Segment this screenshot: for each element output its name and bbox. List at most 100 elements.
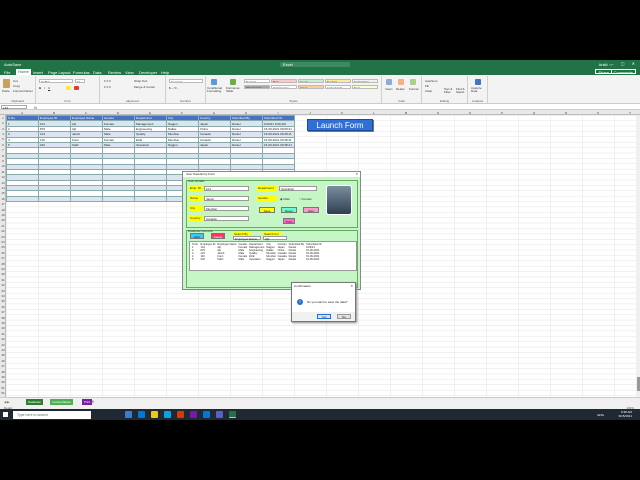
table-cell[interactable]: 15-09-2021 09:38:11 — [262, 136, 295, 143]
column-header-h[interactable]: H — [230, 111, 262, 115]
insert-cells-icon[interactable] — [386, 79, 392, 85]
launch-form-button[interactable]: Launch Form — [307, 119, 373, 131]
format-painter-button[interactable]: Format Painter — [13, 89, 33, 93]
dialog-no-button[interactable]: No — [337, 314, 351, 319]
cell-style-check-cell[interactable]: Check Cell — [244, 85, 270, 89]
copy-button[interactable]: Copy — [13, 84, 20, 88]
list-item[interactable]: 5 232 Kathi Male Operation Nagpur Japan Daniel 1… — [191, 258, 323, 261]
menu-file[interactable]: File — [4, 70, 10, 75]
cell-style-calculation[interactable]: Calculation — [352, 79, 378, 83]
cell-style-input[interactable]: Input — [298, 85, 324, 89]
menu-insert[interactable]: Insert — [33, 70, 43, 75]
share-button[interactable]: Share — [595, 69, 612, 75]
column-header-b[interactable]: B — [38, 111, 70, 115]
excel-taskbar-icon[interactable] — [229, 411, 236, 418]
window-controls[interactable]: — ▢ ✕ — [610, 61, 638, 66]
number-format-select[interactable]: General — [169, 79, 203, 83]
print-button[interactable]: Print — [283, 218, 295, 224]
search-column-select[interactable]: Employee Name — [233, 236, 261, 241]
column-header-o[interactable]: O — [454, 111, 486, 115]
column-header-s[interactable]: S — [582, 111, 614, 115]
find-select-button[interactable]: Find & Select — [456, 87, 466, 95]
name-box[interactable]: L22 — [1, 105, 27, 110]
title-search-box[interactable]: Excel — [280, 61, 350, 67]
conditional-formatting-icon[interactable] — [211, 79, 217, 85]
emp-id-input[interactable]: 101 — [204, 186, 249, 191]
male-radio[interactable]: ◉ Male — [280, 197, 290, 201]
file-explorer-icon[interactable] — [151, 411, 158, 418]
vertical-scrollbar[interactable] — [636, 115, 640, 397]
analyze-data-button[interactable]: Analyze Data — [471, 86, 485, 94]
column-header-f[interactable]: F — [166, 111, 198, 115]
column-header-i[interactable]: I — [262, 111, 294, 115]
menu-formulas[interactable]: Formulas — [73, 70, 90, 75]
sort-filter-button[interactable]: Sort & Filter — [444, 87, 454, 95]
name-input[interactable]: Jacob — [204, 196, 249, 201]
save-button[interactable]: Save — [259, 207, 275, 213]
cell-style-neutral[interactable]: Neutral — [325, 79, 351, 83]
store-icon[interactable] — [164, 411, 171, 418]
autosave-label[interactable]: AutoSave — [4, 62, 21, 67]
delete-button[interactable]: Delete — [396, 87, 405, 91]
delete-record-button[interactable]: Delete — [211, 233, 225, 239]
currency-icon[interactable]: $ ~ % , — [169, 86, 178, 90]
form-close-icon[interactable]: ✕ — [355, 172, 358, 177]
format-as-table-icon[interactable] — [230, 79, 236, 85]
cell-style-linked-cell[interactable]: Linked Cell — [325, 85, 351, 89]
column-header-e[interactable]: E — [134, 111, 166, 115]
search-value-input[interactable]: Ajit — [263, 236, 287, 241]
font-color-icon[interactable] — [74, 86, 79, 90]
column-header-q[interactable]: Q — [518, 111, 550, 115]
outlook-icon[interactable] — [203, 411, 210, 418]
wrap-text-button[interactable]: Wrap Text — [134, 79, 147, 83]
cut-button[interactable]: Cut — [13, 79, 18, 83]
underline-icon[interactable]: U — [48, 86, 50, 90]
column-header-j[interactable]: J — [294, 111, 326, 115]
format-cells-icon[interactable] — [410, 79, 416, 85]
fill-color-icon[interactable] — [66, 86, 71, 90]
table-cell[interactable] — [70, 195, 103, 203]
column-header-p[interactable]: P — [486, 111, 518, 115]
column-header-a[interactable]: A — [6, 111, 38, 115]
align-left-icon[interactable]: ≡ ≡ ≡ — [104, 85, 111, 89]
table-cell[interactable] — [6, 195, 39, 203]
menu-data[interactable]: Data — [93, 70, 101, 75]
column-header-k[interactable]: K — [326, 111, 358, 115]
menu-help[interactable]: Help — [161, 70, 169, 75]
column-header-n[interactable]: N — [422, 111, 454, 115]
column-header-c[interactable]: C — [70, 111, 102, 115]
format-button[interactable]: Format — [409, 87, 419, 91]
task-view-icon[interactable] — [125, 411, 132, 418]
column-header-d[interactable]: D — [102, 111, 134, 115]
fill-button[interactable]: Fill — [425, 84, 429, 88]
taskbar-clock[interactable]: 9:38 AM 9/15/2021 — [619, 410, 632, 418]
autosum-button[interactable]: AutoSum — [425, 79, 437, 83]
column-header-r[interactable]: R — [550, 111, 582, 115]
dialog-close-icon[interactable]: ✕ — [350, 284, 353, 288]
cell-style-normal[interactable]: Normal — [244, 79, 270, 83]
delete-cells-icon[interactable] — [398, 79, 404, 85]
table-cell[interactable] — [38, 195, 71, 203]
table-cell[interactable] — [134, 195, 167, 203]
clear-button[interactable]: Clear — [425, 89, 432, 93]
table-cell[interactable]: 15-09-2021 09:38:41 — [262, 141, 295, 149]
edge-icon[interactable] — [138, 411, 145, 418]
table-cell[interactable]: 15-09-2021 09:09:31 — [262, 125, 295, 133]
add-sheet-icon[interactable]: ⊕ — [91, 399, 94, 404]
teams-icon[interactable] — [216, 411, 223, 418]
analyze-data-icon[interactable] — [475, 79, 481, 85]
cell-style-note[interactable]: Note — [352, 85, 378, 89]
form-edit-button[interactable]: Edit — [303, 207, 319, 213]
records-listbox[interactable]: S.No. Employee ID Employee Name Gender Depar… — [189, 241, 357, 271]
country-input[interactable]: Canada — [204, 216, 249, 221]
font-name-select[interactable]: Calibri — [39, 79, 73, 83]
comments-button[interactable]: Comments — [610, 69, 636, 75]
menu-page-layout[interactable]: Page Layout — [48, 70, 70, 75]
font-size-select[interactable]: 11 — [75, 79, 85, 83]
department-select[interactable]: Operation — [279, 186, 317, 191]
female-radio[interactable]: ○ Female — [299, 197, 312, 201]
paste-icon[interactable] — [3, 79, 10, 88]
dialog-yes-button[interactable]: Yes — [317, 314, 331, 319]
column-header-m[interactable]: M — [390, 111, 422, 115]
table-cell[interactable]: 15-09-2021 09:28:11 — [262, 131, 295, 138]
